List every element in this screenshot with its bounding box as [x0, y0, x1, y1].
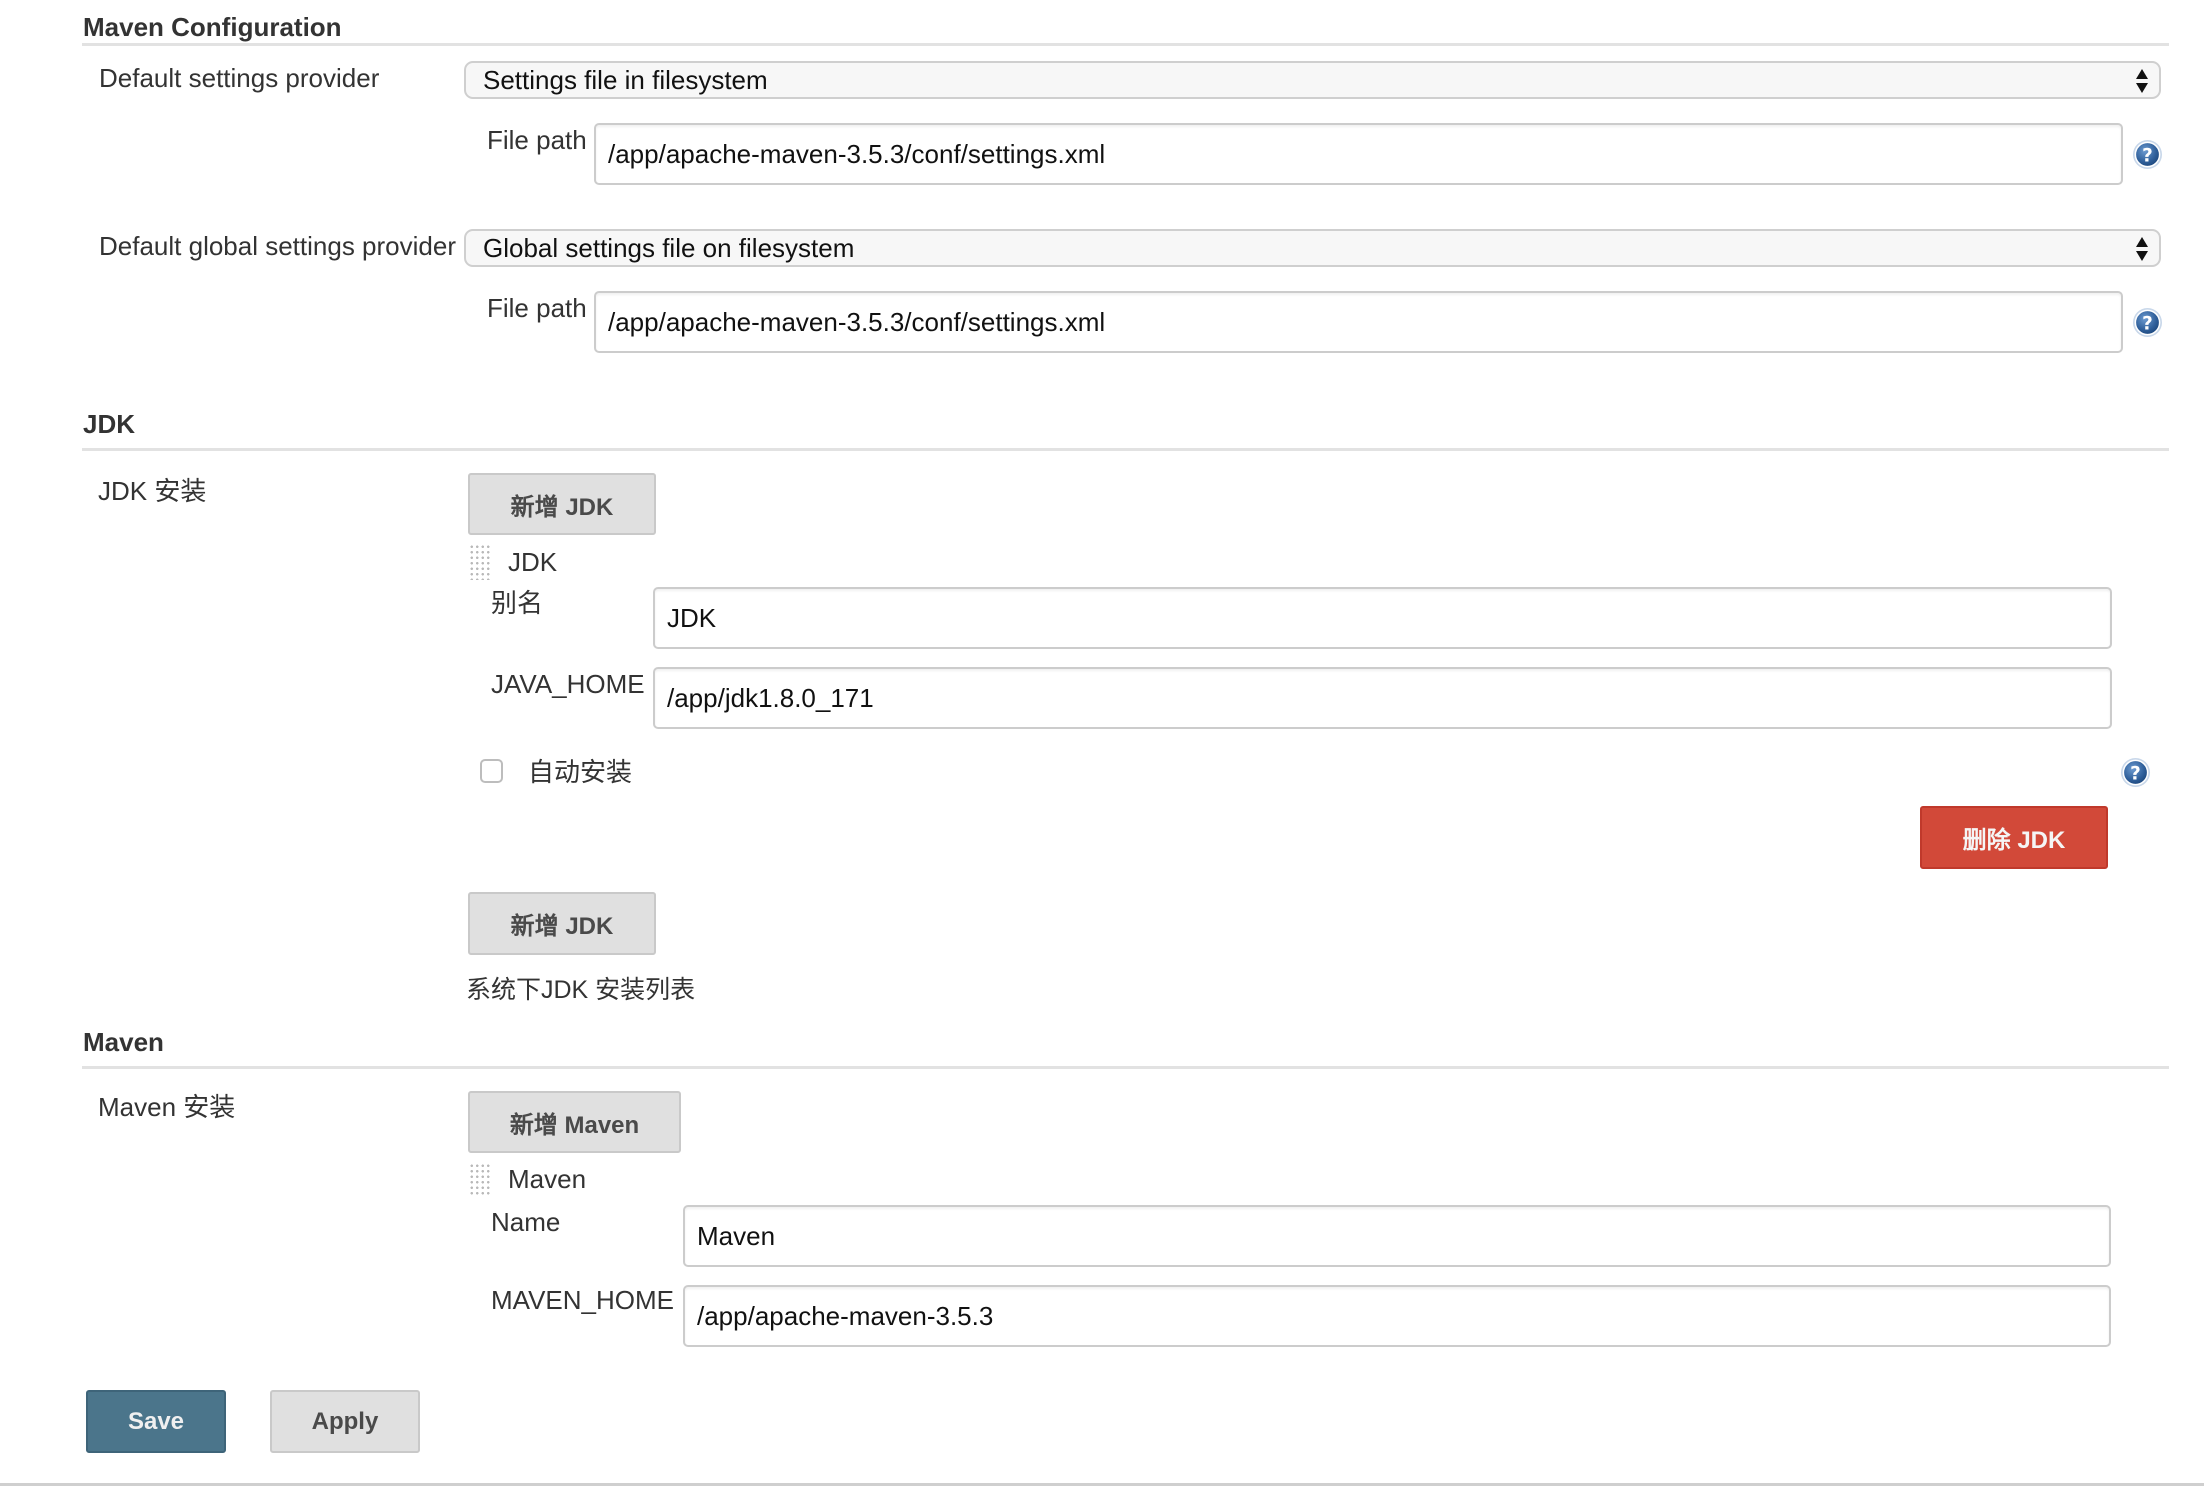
jdk-description: 系统下JDK 安装列表: [466, 976, 696, 1004]
section-divider: [82, 43, 2169, 46]
default-settings-provider-value: Settings file in filesystem: [483, 65, 768, 95]
help-icon[interactable]: [2132, 139, 2163, 170]
maven-home-label: MAVEN_HOME: [491, 1285, 674, 1315]
default-settings-provider-select[interactable]: Settings file in filesystem: [464, 61, 2161, 99]
jdk-alias-label: 别名: [491, 588, 544, 618]
select-arrows-icon: [2135, 235, 2149, 263]
section-title-maven-configuration: Maven Configuration: [83, 12, 342, 42]
java-home-label: JAVA_HOME: [491, 669, 645, 699]
settings-file-path-input[interactable]: [594, 123, 2123, 185]
select-arrows-icon: [2135, 67, 2149, 95]
maven-home-input[interactable]: [683, 1285, 2111, 1347]
delete-jdk-button[interactable]: 删除 JDK: [1920, 806, 2108, 869]
add-jdk-button-bottom[interactable]: 新增 JDK: [468, 892, 656, 955]
section-title-jdk: JDK: [83, 409, 136, 439]
jdk-alias-input[interactable]: [653, 587, 2112, 649]
jdk-item-title: JDK: [508, 547, 558, 577]
default-global-settings-provider-label: Default global settings provider: [99, 231, 456, 261]
auto-install-label: 自动安装: [528, 757, 633, 787]
section-divider: [82, 448, 2169, 451]
section-title-maven: Maven: [83, 1027, 164, 1057]
save-button[interactable]: Save: [86, 1390, 226, 1453]
maven-name-input[interactable]: [683, 1205, 2111, 1267]
help-icon[interactable]: [2120, 757, 2151, 788]
section-divider: [82, 1066, 2169, 1069]
default-global-settings-provider-select[interactable]: Global settings file on filesystem: [464, 229, 2161, 267]
apply-button[interactable]: Apply: [270, 1390, 420, 1453]
help-icon[interactable]: [2132, 307, 2163, 338]
drag-handle-icon[interactable]: [469, 1163, 492, 1197]
default-settings-provider-label: Default settings provider: [99, 63, 380, 93]
default-global-settings-provider-value: Global settings file on filesystem: [483, 233, 855, 263]
maven-name-label: Name: [491, 1207, 561, 1237]
maven-item-title: Maven: [508, 1164, 587, 1194]
add-maven-button[interactable]: 新增 Maven: [468, 1091, 681, 1153]
drag-handle-icon[interactable]: [469, 544, 492, 580]
java-home-input[interactable]: [653, 667, 2112, 729]
maven-install-label: Maven 安装: [98, 1092, 236, 1122]
global-settings-file-path-input[interactable]: [594, 291, 2123, 353]
jdk-install-label: JDK 安装: [98, 476, 207, 506]
global-file-path-label: File path: [487, 293, 587, 323]
add-jdk-button[interactable]: 新增 JDK: [468, 473, 656, 535]
auto-install-checkbox[interactable]: [480, 759, 503, 783]
file-path-label: File path: [487, 125, 587, 155]
